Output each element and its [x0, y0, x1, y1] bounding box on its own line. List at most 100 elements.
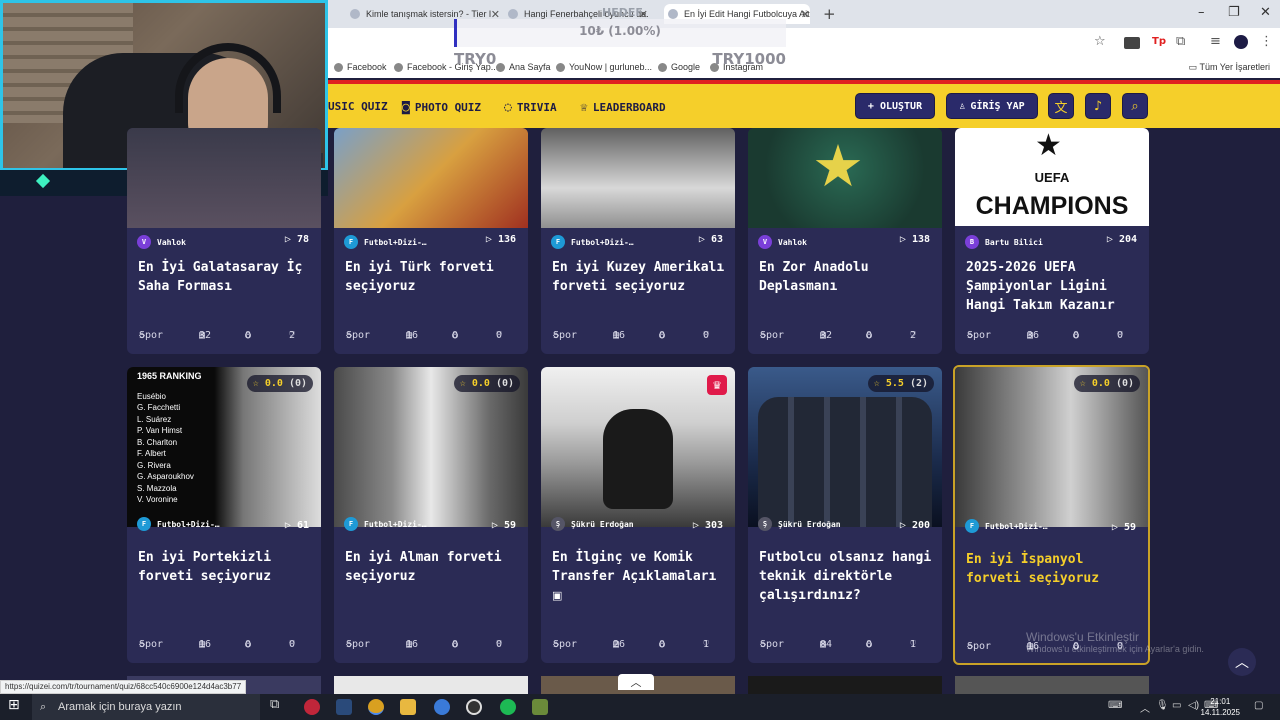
restore-icon[interactable]: ❐ [1228, 5, 1240, 20]
author-name[interactable]: Futbol+Dizi-… [364, 520, 427, 529]
quiz-card-image: ☆ 0.0 (0) F Futbol+Dizi-… ▷ 59 [955, 367, 1148, 533]
file-explorer-icon[interactable] [400, 699, 416, 715]
quiz-card-peek[interactable] [334, 676, 528, 694]
new-tab-plus-icon[interactable]: + [823, 5, 836, 23]
quiz-card[interactable]: ★ V Vahlok ▷ 138 En Zor Anadolu Deplasman… [748, 128, 942, 354]
minimize-icon[interactable]: – [1198, 5, 1205, 20]
nav-music-quiz[interactable]: USIC QUIZ [328, 100, 388, 113]
bookmark-item[interactable]: Facebook [334, 62, 387, 72]
trophy-icon: ♕ [580, 100, 588, 115]
author-name[interactable]: Vahlok [157, 238, 186, 247]
tray-overflow-icon[interactable]: ︿ [1140, 700, 1150, 715]
create-button[interactable]: + OLUŞTUR [855, 93, 935, 119]
quiz-card[interactable]: V Vahlok ▷ 78 En İyi Galatasaray İç Saha … [127, 128, 321, 354]
profile-avatar-icon[interactable] [1234, 35, 1248, 49]
author-name[interactable]: Vahlok [778, 238, 807, 247]
comment-count: 0 [866, 330, 873, 341]
quiz-card[interactable]: ☆ 5.5 (2) Ş Şükrü Erdoğan ▷ 200 Futbolcu … [748, 367, 942, 663]
quiz-title[interactable]: En iyi İspanyol forveti seçiyoruz [966, 550, 1144, 588]
network-icon[interactable]: ▭ [1172, 700, 1181, 711]
task-view-icon[interactable]: ⧉ [270, 697, 286, 713]
close-window-icon[interactable]: ✕ [1260, 5, 1271, 20]
author-avatar: V [758, 235, 772, 249]
steam-icon[interactable] [336, 699, 352, 715]
quiz-title[interactable]: 2025-2026 UEFA Şampiyonlar Ligini Hangi … [966, 258, 1144, 315]
taskbar-search-box[interactable]: ⌕ Aramak için buraya yazın [32, 694, 260, 720]
media-control-icon[interactable]: ≡ [1210, 34, 1221, 49]
quiz-title[interactable]: En iyi Portekizli forveti seçiyoruz [138, 548, 316, 586]
search-icon[interactable]: ⌕ [1122, 93, 1148, 119]
quiz-card-image [541, 128, 735, 228]
extension-tp-icon[interactable]: Tp [1152, 36, 1166, 47]
question-count: 84 [820, 639, 833, 650]
quiz-title[interactable]: En İyi Galatasaray İç Saha Forması [138, 258, 316, 296]
scroll-to-top-button[interactable]: ︿ [1228, 648, 1256, 676]
question-count: 16 [199, 639, 212, 650]
opera-icon[interactable] [304, 699, 320, 715]
nav-photo-quiz[interactable]: ◙ PHOTO QUIZ [402, 100, 481, 115]
extensions-puzzle-icon[interactable]: ⧉ [1176, 34, 1185, 49]
ranking-name: G. Rivera [137, 460, 171, 470]
app-icon[interactable] [434, 699, 450, 715]
quiz-card-hovered[interactable]: ☆ 0.0 (0) F Futbol+Dizi-… ▷ 59 En iyi İsp… [953, 365, 1150, 665]
volume-icon[interactable]: ◁) [1188, 700, 1199, 711]
play-count-icon: ▷ [284, 520, 297, 531]
quiz-card[interactable]: ☆ 0.0 (0) F Futbol+Dizi-… ▷ 59 En iyi Alm… [334, 367, 528, 663]
nav-leaderboard[interactable]: ♕ LEADERBOARD [580, 100, 666, 115]
quiz-card-peek[interactable] [955, 676, 1149, 694]
play-count-icon: ▷ [899, 234, 912, 245]
quiz-title[interactable]: En Zor Anadolu Deplasmanı [759, 258, 937, 296]
author-name[interactable]: Futbol+Dizi-… [364, 238, 427, 247]
quiz-title[interactable]: Futbolcu olsanız hangi teknik direktörle… [759, 548, 937, 605]
login-button[interactable]: ♙ GİRİŞ YAP [946, 93, 1038, 119]
quiz-card[interactable]: F Futbol+Dizi-… ▷ 136 En iyi Türk forveti… [334, 128, 528, 354]
quiz-card-image [334, 128, 528, 228]
notifications-icon[interactable]: ▢ [1254, 700, 1263, 711]
author-name[interactable]: Şükrü Erdoğan [778, 520, 841, 529]
quiz-card-peek[interactable] [748, 676, 942, 694]
author-name[interactable]: Şükrü Erdoğan [571, 520, 634, 529]
taskbar-clock[interactable]: 21:01 14.11.2025 [1201, 696, 1240, 718]
like-count: 1 [703, 639, 710, 650]
quiz-title[interactable]: En İlginç ve Komik Transfer Açıklamaları [552, 548, 730, 586]
play-count: 138 [911, 234, 930, 245]
question-count: 32 [199, 330, 212, 341]
author-name[interactable]: Bartu Bilici [985, 238, 1043, 247]
nav-trivia[interactable]: ◌ TRIVIA [504, 100, 557, 115]
obs-icon[interactable] [466, 699, 482, 715]
close-tab-icon[interactable]: ✕ [801, 8, 810, 21]
microphone-icon[interactable]: 🎙 [1156, 700, 1169, 711]
quiz-card[interactable]: F Futbol+Dizi-… ▷ 63 En iyi Kuzey Amerika… [541, 128, 735, 354]
play-count-icon: ▷ [485, 234, 498, 245]
play-count: 59 [1123, 522, 1136, 533]
translate-icon[interactable]: 文 [1048, 93, 1074, 119]
quiz-card[interactable]: ♛ Ş Şükrü Erdoğan ▷ 303 En İlginç ve Komi… [541, 367, 735, 663]
keyboard-icon[interactable]: ⌨ [1108, 700, 1122, 711]
windows-start-icon[interactable]: ⊞ [8, 697, 24, 713]
quiz-title[interactable]: En iyi Türk forveti seçiyoruz [345, 258, 523, 296]
quiz-title[interactable]: En iyi Kuzey Amerikalı forveti seçiyoruz [552, 258, 730, 296]
chevron-up-icon[interactable]: ︿ [618, 674, 654, 690]
author-name[interactable]: Futbol+Dizi-… [571, 238, 634, 247]
minecraft-icon[interactable] [532, 699, 548, 715]
quiz-card[interactable]: 1965 RANKING Eusébio G. Facchetti L. Suá… [127, 367, 321, 663]
star-outline-icon: ☆ [459, 378, 472, 389]
author-name[interactable]: Futbol+Dizi-… [157, 520, 220, 529]
all-bookmarks-folder[interactable]: ▭ Tüm Yer İşaretleri [1189, 62, 1270, 73]
author-name[interactable]: Futbol+Dizi-… [985, 522, 1048, 531]
star-outline-icon: ☆ [873, 378, 886, 389]
chrome-icon[interactable] [368, 699, 384, 715]
notification-bell-icon[interactable]: ♪ [1085, 93, 1111, 119]
star-icon: ★ [812, 132, 864, 200]
user-icon: ♙ [959, 100, 966, 112]
browser-menu-icon[interactable]: ⋮ [1260, 34, 1273, 49]
play-count: 59 [503, 520, 516, 531]
spotify-icon[interactable] [500, 699, 516, 715]
quiz-title[interactable]: En iyi Alman forveti seçiyoruz [345, 548, 523, 586]
like-count: 0 [496, 330, 503, 341]
rating-badge: ☆ 0.0 (0) [246, 375, 313, 392]
quiz-card[interactable]: ★ UEFA CHAMPIONS B Bartu Bilici ▷ 204 202… [955, 128, 1149, 354]
extension-icon[interactable] [1124, 37, 1140, 49]
quiz-card-info-bar: F Futbol+Dizi-… ▷ 63 [541, 226, 735, 258]
bookmark-star-icon[interactable]: ☆ [1094, 34, 1106, 49]
